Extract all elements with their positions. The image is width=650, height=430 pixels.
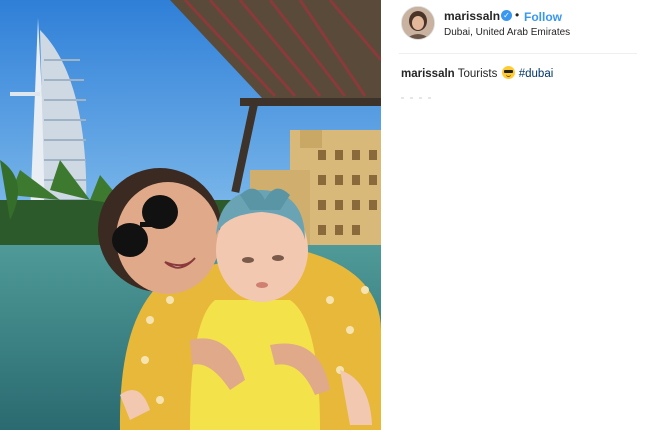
post-photo[interactable]	[0, 0, 381, 430]
post-sidebar: marissaln ✓ • Follow Dubai, United Arab …	[381, 0, 650, 430]
photo-scene	[0, 0, 381, 430]
post-caption: marissaln Tourists #dubai	[401, 66, 553, 80]
caption-username-link[interactable]: marissaln	[401, 68, 455, 80]
avatar[interactable]	[401, 6, 435, 40]
username-link[interactable]: marissaln	[444, 9, 500, 23]
loading-placeholder	[401, 86, 461, 99]
caption-text: Tourists	[457, 68, 498, 80]
verified-badge-icon: ✓	[501, 10, 512, 21]
sunglasses-emoji-icon	[501, 66, 515, 79]
follow-button[interactable]: Follow	[524, 10, 562, 24]
post-header: marissaln ✓ • Follow Dubai, United Arab …	[401, 6, 636, 46]
avatar-image	[402, 7, 434, 39]
hashtag-link[interactable]: #dubai	[519, 68, 554, 80]
location-link[interactable]: Dubai, United Arab Emirates	[444, 27, 570, 38]
separator-dot: •	[515, 8, 520, 22]
header-divider	[399, 53, 637, 54]
